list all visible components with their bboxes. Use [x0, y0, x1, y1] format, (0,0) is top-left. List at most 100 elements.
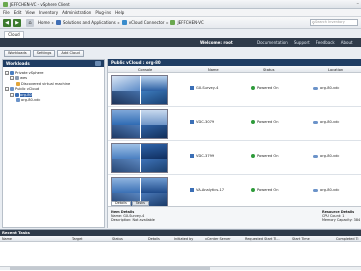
breadcrumb-vcenter[interactable]: JEFFCHEN-VC: [177, 20, 203, 25]
breadcrumb: ⌂ Home ▸ Solutions and Applications ▸ vC…: [26, 18, 204, 27]
item-description: Description: Not available: [111, 218, 155, 222]
workspace-buttons: Workloads Settings Add Cloud: [4, 50, 84, 57]
search-input[interactable]: ⚲ Search Inventory: [310, 19, 358, 26]
column-status[interactable]: Status: [263, 68, 274, 72]
memory-capacity: Memory Capacity: 384: [322, 218, 361, 222]
workloads-panel: Workloads - Private vSphere - wes Discov…: [2, 59, 105, 228]
workloads-panel-title: Workloads: [6, 61, 30, 66]
back-icon[interactable]: ◀: [3, 18, 11, 27]
vm-icon: [190, 154, 194, 158]
vm-icon: [190, 188, 194, 192]
menu-bar: File Edit View Inventory Administration …: [0, 9, 361, 17]
home-icon[interactable]: ⌂: [26, 18, 34, 27]
vm-name: VDC-3079: [190, 120, 214, 124]
support-link[interactable]: Support: [294, 40, 310, 45]
vcenter-icon: [170, 20, 176, 25]
forward-icon[interactable]: ▶: [13, 18, 21, 27]
tree-item-label: Discovered virtual machine: [21, 81, 71, 86]
column-vcenter-server[interactable]: vCenter Server: [205, 237, 231, 241]
menu-plugins[interactable]: Plug-ins: [95, 10, 111, 15]
table-row[interactable]: VDC-3079 Powered On org-80-vdc: [108, 107, 361, 141]
breadcrumb-home[interactable]: Home: [38, 20, 50, 25]
column-location[interactable]: Location: [328, 68, 343, 72]
horizontal-scrollbar[interactable]: [0, 266, 361, 270]
vm-location: org-80-vdc: [313, 154, 339, 158]
header-bar: Welcome: root Documentation Support Feed…: [0, 38, 361, 47]
collapse-icon[interactable]: -: [10, 92, 14, 97]
table-row[interactable]: VDC-3799 Powered On org-80-vdc: [108, 141, 361, 175]
documentation-link[interactable]: Documentation: [257, 40, 288, 45]
search-placeholder: Search Inventory: [315, 20, 345, 24]
vm-name: VA-Analytics-17: [190, 188, 224, 192]
recent-tasks-header: Name Target Status Details Initiated by …: [0, 236, 361, 242]
vm-location-label: org-80-vdc: [320, 120, 340, 124]
workloads-tree: - Private vSphere - wes Discovered virtu…: [3, 67, 104, 106]
column-task-status[interactable]: Status: [112, 237, 123, 241]
cloud-icon: [313, 120, 318, 124]
menu-edit[interactable]: Edit: [14, 10, 22, 15]
menu-administration[interactable]: Administration: [62, 10, 91, 15]
column-requested-start[interactable]: Requested Start Ti...: [245, 237, 280, 241]
tree-item-label: org-80: [20, 92, 32, 97]
collapse-icon[interactable]: -: [10, 76, 14, 81]
vm-status: Powered On: [251, 154, 279, 158]
vm-location: org-80-vdc: [313, 188, 339, 192]
item-details: Item Details Name: GX-Survey-4 Descripti…: [111, 210, 155, 222]
console-thumbnail[interactable]: [111, 109, 168, 139]
title-bar: JEFFCHEN-VC - vSphere Client –: [0, 0, 361, 9]
vm-status-label: Powered On: [257, 154, 279, 158]
tree-item-label: Private vSphere: [15, 70, 44, 75]
scrollbar-thumb[interactable]: [10, 267, 210, 270]
column-target[interactable]: Target: [72, 237, 83, 241]
menu-view[interactable]: View: [25, 10, 35, 15]
details-pane: Item Details Name: GX-Survey-4 Descripti…: [108, 206, 361, 228]
vm-location: org-80-vdc: [313, 120, 339, 124]
breadcrumb-vcloud-connector[interactable]: vCloud Connector: [129, 20, 165, 25]
vm-status-label: Powered On: [257, 86, 279, 90]
vm-location-label: org-80-vdc: [320, 86, 340, 90]
vm-name-label: VDC-3799: [196, 154, 215, 158]
column-console[interactable]: Console: [138, 68, 152, 72]
column-details[interactable]: Details: [148, 237, 160, 241]
collapse-icon[interactable]: -: [5, 87, 9, 92]
menu-file[interactable]: File: [3, 10, 10, 15]
settings-button[interactable]: Settings: [32, 50, 56, 57]
vm-icon: [190, 120, 194, 124]
app-icon: [3, 1, 8, 7]
vm-status: Powered On: [251, 120, 279, 124]
column-initiated-by[interactable]: Initiated by: [174, 237, 193, 241]
vm-status: Powered On: [251, 188, 279, 192]
add-cloud-button[interactable]: Add Cloud: [57, 50, 84, 57]
tree-item-label: Public vCloud: [15, 87, 40, 92]
vm-icon: [190, 86, 194, 90]
minimize-icon[interactable]: –: [357, 1, 360, 7]
console-thumbnail[interactable]: [111, 143, 168, 173]
column-completed-time[interactable]: Completed Ti: [336, 237, 358, 241]
vcloud-connector-icon: [121, 20, 127, 25]
breadcrumb-solutions[interactable]: Solutions and Applications: [63, 20, 116, 25]
column-task-name[interactable]: Name: [2, 237, 12, 241]
column-name[interactable]: Name: [208, 68, 219, 72]
folder-icon: [16, 81, 20, 86]
tab-strip: Cloud: [0, 29, 361, 38]
workloads-panel-header: Workloads: [3, 60, 104, 67]
cloud-icon: [313, 188, 318, 192]
tree-item-org-80-vdc[interactable]: org-80-vdc: [5, 98, 102, 104]
tab-cloud[interactable]: Cloud: [4, 31, 24, 38]
tree-item-label: wes: [20, 76, 28, 81]
menu-help[interactable]: Help: [115, 10, 124, 15]
panel-options-icon[interactable]: [95, 61, 101, 66]
collapse-icon[interactable]: -: [5, 70, 9, 75]
tree-item-label: org-80-vdc: [21, 98, 41, 103]
about-link[interactable]: About: [341, 40, 353, 45]
vm-location: org-80-vdc: [313, 86, 339, 90]
table-row[interactable]: GX-Survey-4 Powered On org-80-vdc: [108, 73, 361, 107]
menu-inventory[interactable]: Inventory: [39, 10, 58, 15]
column-start-time[interactable]: Start Time: [292, 237, 310, 241]
feedback-link[interactable]: Feedback: [316, 40, 335, 45]
recent-tasks-panel: Recent Tasks Name Target Status Details …: [0, 229, 361, 271]
search-icon: ⚲: [312, 20, 315, 25]
vm-status-label: Powered On: [257, 188, 279, 192]
workloads-button[interactable]: Workloads: [4, 50, 31, 57]
console-thumbnail[interactable]: [111, 75, 168, 105]
